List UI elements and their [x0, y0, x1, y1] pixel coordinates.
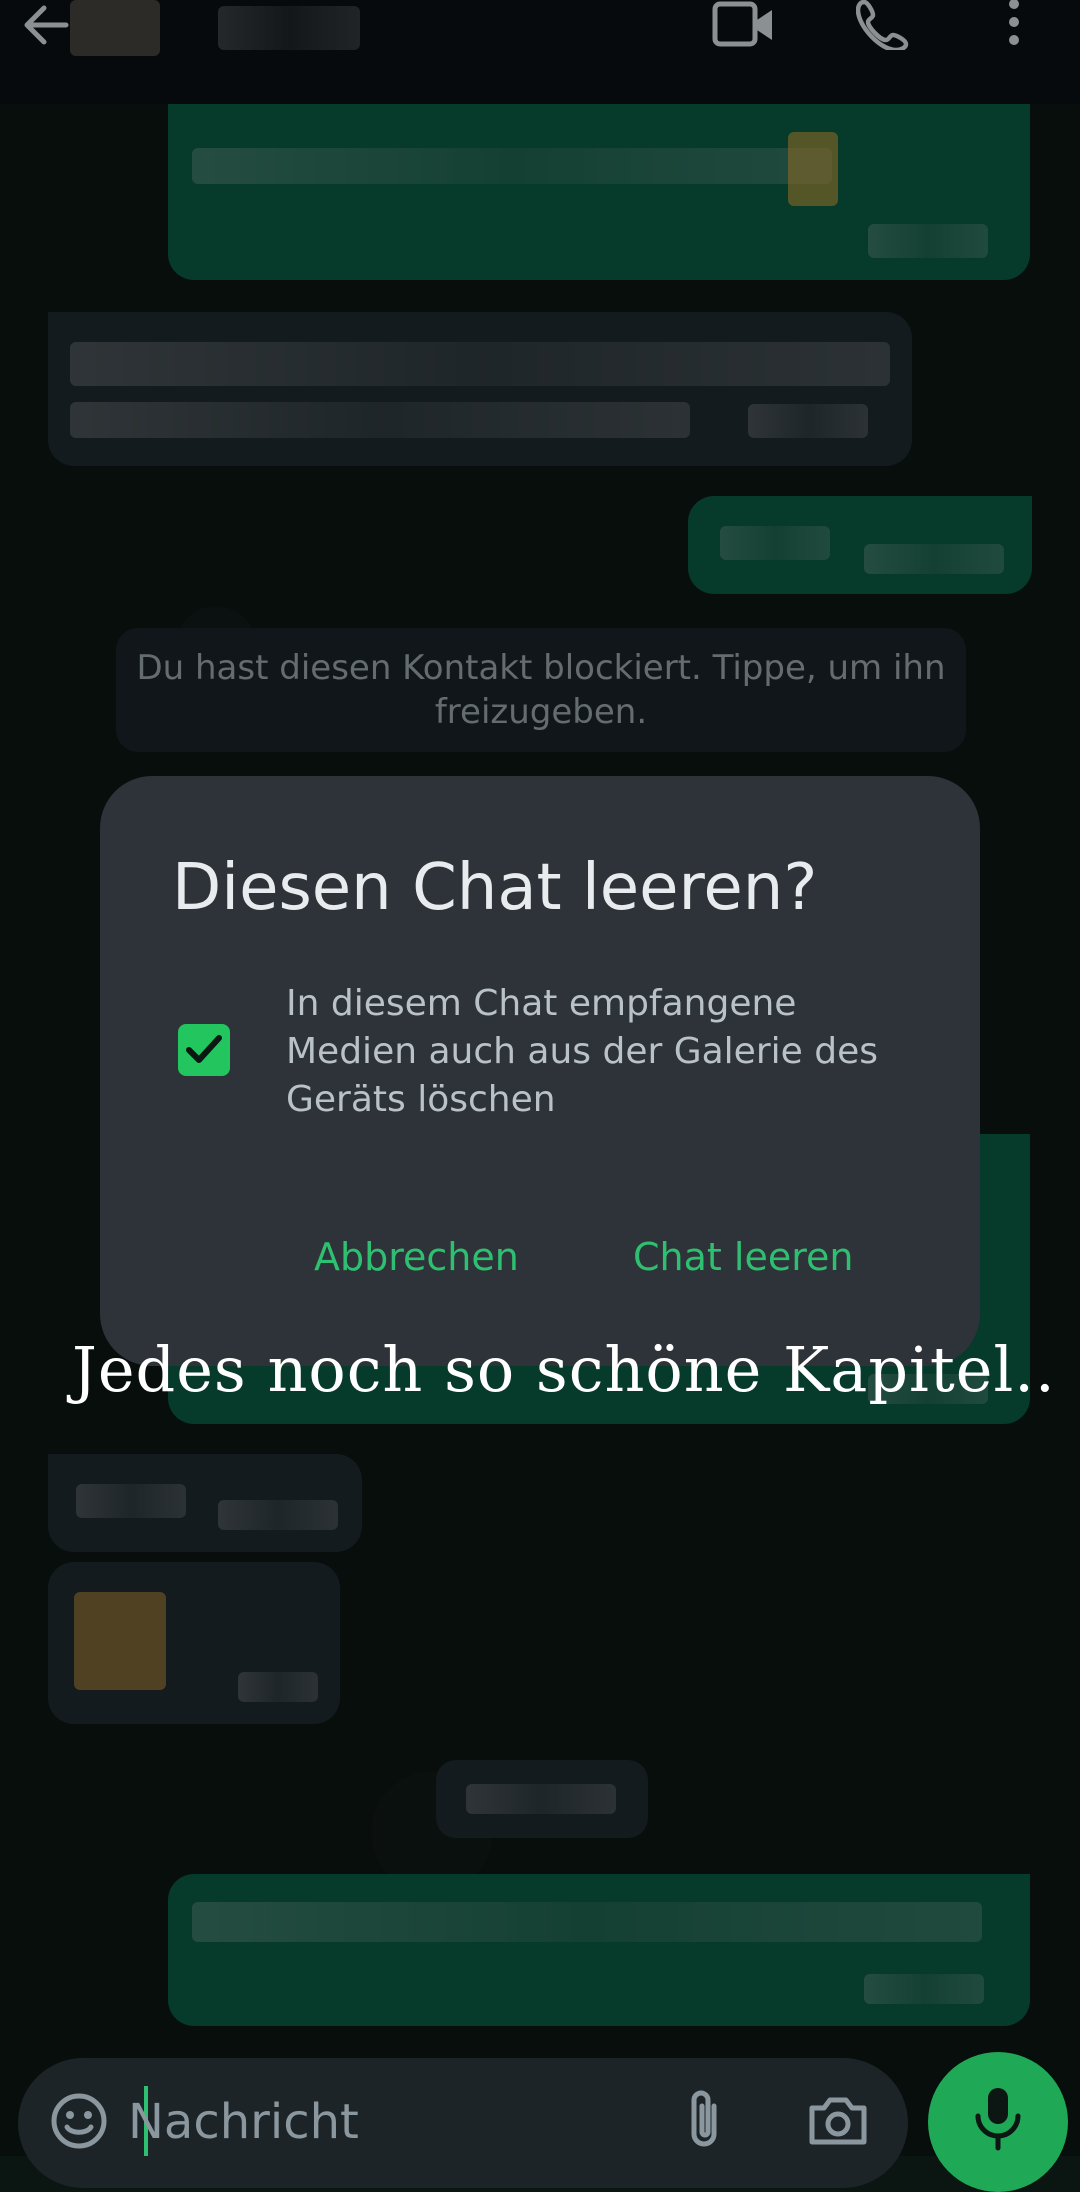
message-input[interactable]: Nachricht [128, 2092, 359, 2152]
checkmark-icon [186, 1035, 222, 1063]
dialog-title: Diesen Chat leeren? [172, 851, 818, 925]
story-caption: Jedes noch so schöne Kapitel.. [72, 1333, 1056, 1406]
microphone-icon [975, 2088, 1021, 2151]
cancel-button[interactable]: Abbrechen [314, 1232, 519, 1282]
checkbox-label[interactable]: In diesem Chat empfangene Medien auch au… [286, 980, 906, 1124]
clear-chat-dialog: Diesen Chat leeren? In diesem Chat empfa… [100, 776, 980, 1366]
delete-media-checkbox[interactable] [178, 1024, 230, 1076]
paperclip-icon[interactable] [684, 2086, 724, 2154]
clear-chat-button[interactable]: Chat leeren [633, 1232, 853, 1282]
voice-record-button[interactable] [928, 2052, 1068, 2192]
camera-icon[interactable] [806, 2094, 870, 2152]
emoji-icon[interactable] [50, 2092, 108, 2154]
